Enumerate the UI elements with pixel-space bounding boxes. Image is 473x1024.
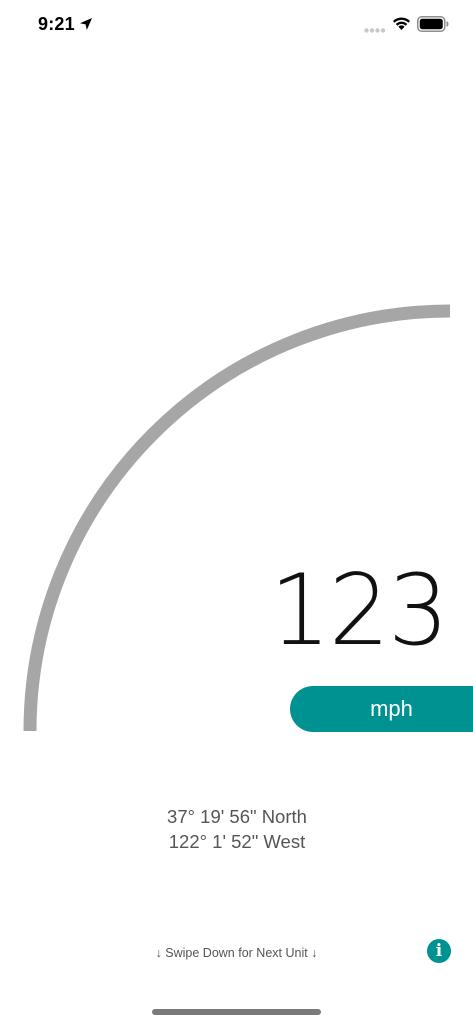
home-indicator[interactable] (152, 1009, 321, 1015)
longitude-text: 122° 1' 52" West (168, 831, 306, 852)
swipe-hint: ↓ Swipe Down for Next Unit ↓ (155, 946, 318, 960)
unit-button[interactable]: mph (290, 686, 473, 732)
speed-gauge-arc (23, 304, 451, 732)
location-coordinates: 37° 19' 56" North 122° 1' 52" West (0, 804, 473, 854)
unit-label: mph (370, 696, 413, 721)
latitude-text: 37° 19' 56" North (167, 806, 307, 827)
speed-value: 123 (269, 554, 449, 668)
info-button[interactable]: i (427, 939, 451, 963)
info-icon: i (435, 940, 443, 961)
